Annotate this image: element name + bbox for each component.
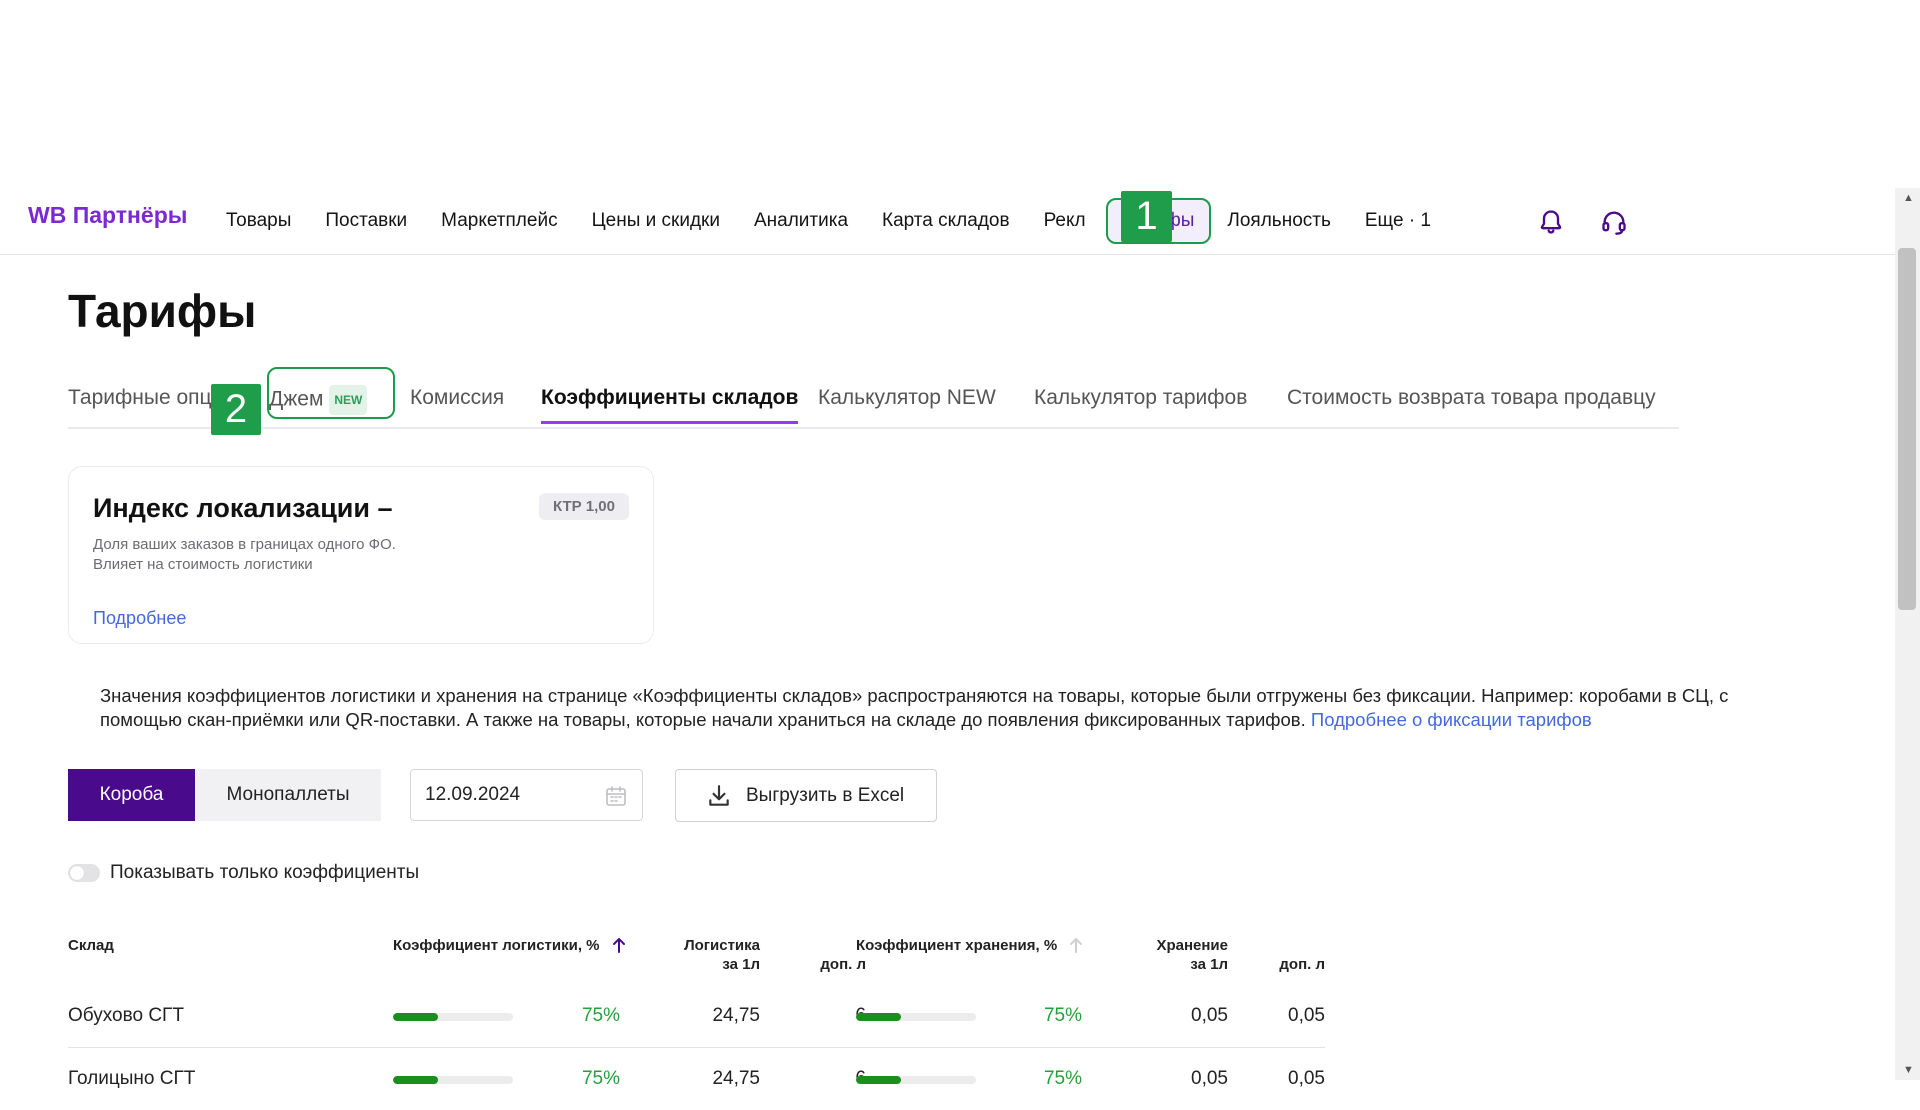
header-storage-per-liter-line-1: Хранение [1156, 937, 1228, 954]
header-logistics-coefficient[interactable]: Коэффициент логистики, % [393, 936, 626, 955]
tab-warehouse-coefficients[interactable]: Коэффициенты складов [541, 385, 799, 424]
toggle-knob [70, 866, 84, 880]
tab-tariff-options[interactable]: Тарифные опц [68, 385, 212, 411]
storage-coefficient-bar [856, 1013, 976, 1021]
localization-index-card: Индекс локализации – КТР 1,00 Доля ваших… [68, 466, 654, 644]
support-headset-icon[interactable] [1600, 208, 1628, 236]
step-marker-2: 2 [211, 384, 261, 435]
nav-item-more[interactable]: Еще · 1 [1365, 210, 1431, 232]
tab-commission[interactable]: Комиссия [410, 385, 504, 411]
step-marker-1: 1 [1121, 191, 1172, 242]
header-storage-extra-liter[interactable]: доп. л [1248, 955, 1325, 974]
table-row[interactable]: Обухово СГТ 75% 24,75 6 75% 0,05 0,05 [68, 985, 1325, 1048]
logistics-extra-liter-value: 6 [788, 1005, 866, 1027]
export-excel-button[interactable]: Выгрузить в Excel [675, 769, 937, 822]
storage-coefficient-bar-fill [856, 1013, 901, 1021]
nav-item-products[interactable]: Товары [226, 210, 291, 232]
scroll-down-arrow-icon[interactable]: ▼ [1903, 1064, 1914, 1076]
card-title: Индекс локализации – [93, 493, 393, 523]
logistics-coefficient-value: 75% [581, 1005, 620, 1026]
table-row[interactable]: Голицыно СГТ 75% 24,75 6 75% 0,05 0,05 [68, 1048, 1325, 1110]
logistics-coefficient-bar [393, 1076, 513, 1084]
nav-item-loyalty[interactable]: Лояльность [1227, 210, 1330, 232]
logistics-per-liter-value: 24,75 [712, 1005, 760, 1026]
storage-coefficient-value: 75% [1043, 1005, 1082, 1026]
sort-arrow-inactive-icon[interactable] [1069, 937, 1083, 953]
card-desc-line-1: Доля ваших заказов в границах одного ФО. [93, 536, 396, 553]
nav-item-analytics[interactable]: Аналитика [754, 210, 848, 232]
main-content: Тарифы Тарифные опц Джем NEW Комиссия Коэ… [30, 254, 1865, 1089]
card-description: Доля ваших заказов в границах одного ФО.… [93, 535, 396, 575]
storage-per-liter-value: 0,05 [1191, 1005, 1228, 1026]
storage-per-liter-value: 0,05 [1191, 1068, 1228, 1089]
header-warehouse[interactable]: Склад [68, 936, 114, 955]
top-navigation-bar: WB Партнёры Товары Поставки Маркетплейс … [0, 188, 1895, 255]
tab-jam[interactable]: Джем NEW [269, 385, 368, 415]
logo[interactable]: WB Партнёры [28, 202, 187, 229]
logistics-coefficient-bar [393, 1013, 513, 1021]
toggle-label: Показывать только коэффициенты [110, 862, 420, 883]
boxes-button[interactable]: Короба [68, 769, 195, 821]
logistics-coefficient-bar-fill [393, 1013, 438, 1021]
header-storage-per-liter-line-2: за 1л [1190, 956, 1228, 973]
tab-jam-label: Джем [269, 387, 324, 411]
page-title: Тарифы [68, 285, 257, 337]
tabs-bar: Тарифные опц Джем NEW Комиссия Коэффициен… [68, 367, 1679, 429]
nav-item-ads[interactable]: Рекл [1044, 210, 1086, 232]
scroll-up-arrow-icon[interactable]: ▲ [1903, 192, 1914, 204]
date-field[interactable] [425, 784, 585, 806]
logistics-extra-liter-value: 6 [788, 1068, 866, 1090]
monopallets-button[interactable]: Монопаллеты [195, 769, 381, 821]
scrollbar-thumb[interactable] [1898, 248, 1916, 610]
date-picker[interactable] [410, 769, 643, 821]
sort-arrow-up-icon[interactable] [612, 937, 626, 953]
header-logistics-per-liter[interactable]: Логистика за 1л [648, 936, 760, 974]
nav-item-supplies[interactable]: Поставки [325, 210, 407, 232]
logistics-coefficient-bar-fill [393, 1076, 438, 1084]
main-nav: Товары Поставки Маркетплейс Цены и скидк… [226, 188, 1465, 254]
header-storage-per-liter[interactable]: Хранение за 1л [1108, 936, 1228, 974]
nav-item-marketplace[interactable]: Маркетплейс [441, 210, 557, 232]
coefficients-only-toggle[interactable] [68, 864, 100, 882]
tab-calculator-new[interactable]: Калькулятор NEW [818, 385, 996, 411]
tab-tariff-calculator[interactable]: Калькулятор тарифов [1034, 385, 1247, 411]
storage-coefficient-bar [856, 1076, 976, 1084]
header-logistics-extra-liter[interactable]: доп. л [788, 955, 866, 974]
packaging-type-switch: Короба Монопаллеты [68, 769, 381, 821]
storage-extra-liter-value: 0,05 [1288, 1005, 1325, 1026]
vertical-scrollbar[interactable]: ▲ ▼ [1895, 188, 1920, 1080]
export-label: Выгрузить в Excel [746, 784, 905, 806]
logistics-coefficient-value: 75% [581, 1068, 620, 1089]
nav-item-warehouse-map[interactable]: Карта складов [882, 210, 1010, 232]
header-logistics-per-liter-line-2: за 1л [722, 956, 760, 973]
warehouse-name: Обухово СГТ [68, 1005, 184, 1026]
card-desc-line-2: Влияет на стоимость логистики [93, 556, 313, 573]
storage-coefficient-value: 75% [1043, 1068, 1082, 1089]
ktr-badge: КТР 1,00 [538, 493, 629, 520]
storage-extra-liter-value: 0,05 [1288, 1068, 1325, 1089]
header-storage-coefficient[interactable]: Коэффициент хранения, % [856, 936, 1083, 955]
new-badge: NEW [329, 385, 368, 415]
storage-coefficient-bar-fill [856, 1076, 901, 1084]
fixation-notice: Значения коэффициентов логистики и хране… [100, 684, 1810, 732]
logistics-per-liter-value: 24,75 [712, 1068, 760, 1089]
header-logistics-per-liter-line-1: Логистика [684, 937, 760, 954]
bell-icon[interactable] [1537, 208, 1565, 236]
header-storage-coefficient-label: Коэффициент хранения, % [856, 937, 1058, 954]
fixation-details-link[interactable]: Подробнее о фиксации тарифов [1311, 709, 1592, 730]
coefficients-only-toggle-row: Показывать только коэффициенты [68, 862, 419, 884]
tab-return-cost[interactable]: Стоимость возврата товара продавцу [1287, 385, 1656, 411]
card-details-link[interactable]: Подробнее [93, 608, 186, 629]
calendar-icon[interactable] [604, 784, 628, 808]
nav-item-prices[interactable]: Цены и скидки [592, 210, 720, 232]
header-logistics-coefficient-label: Коэффициент логистики, % [393, 937, 600, 954]
warehouse-name: Голицыно СГТ [68, 1068, 196, 1089]
download-icon [709, 784, 729, 806]
